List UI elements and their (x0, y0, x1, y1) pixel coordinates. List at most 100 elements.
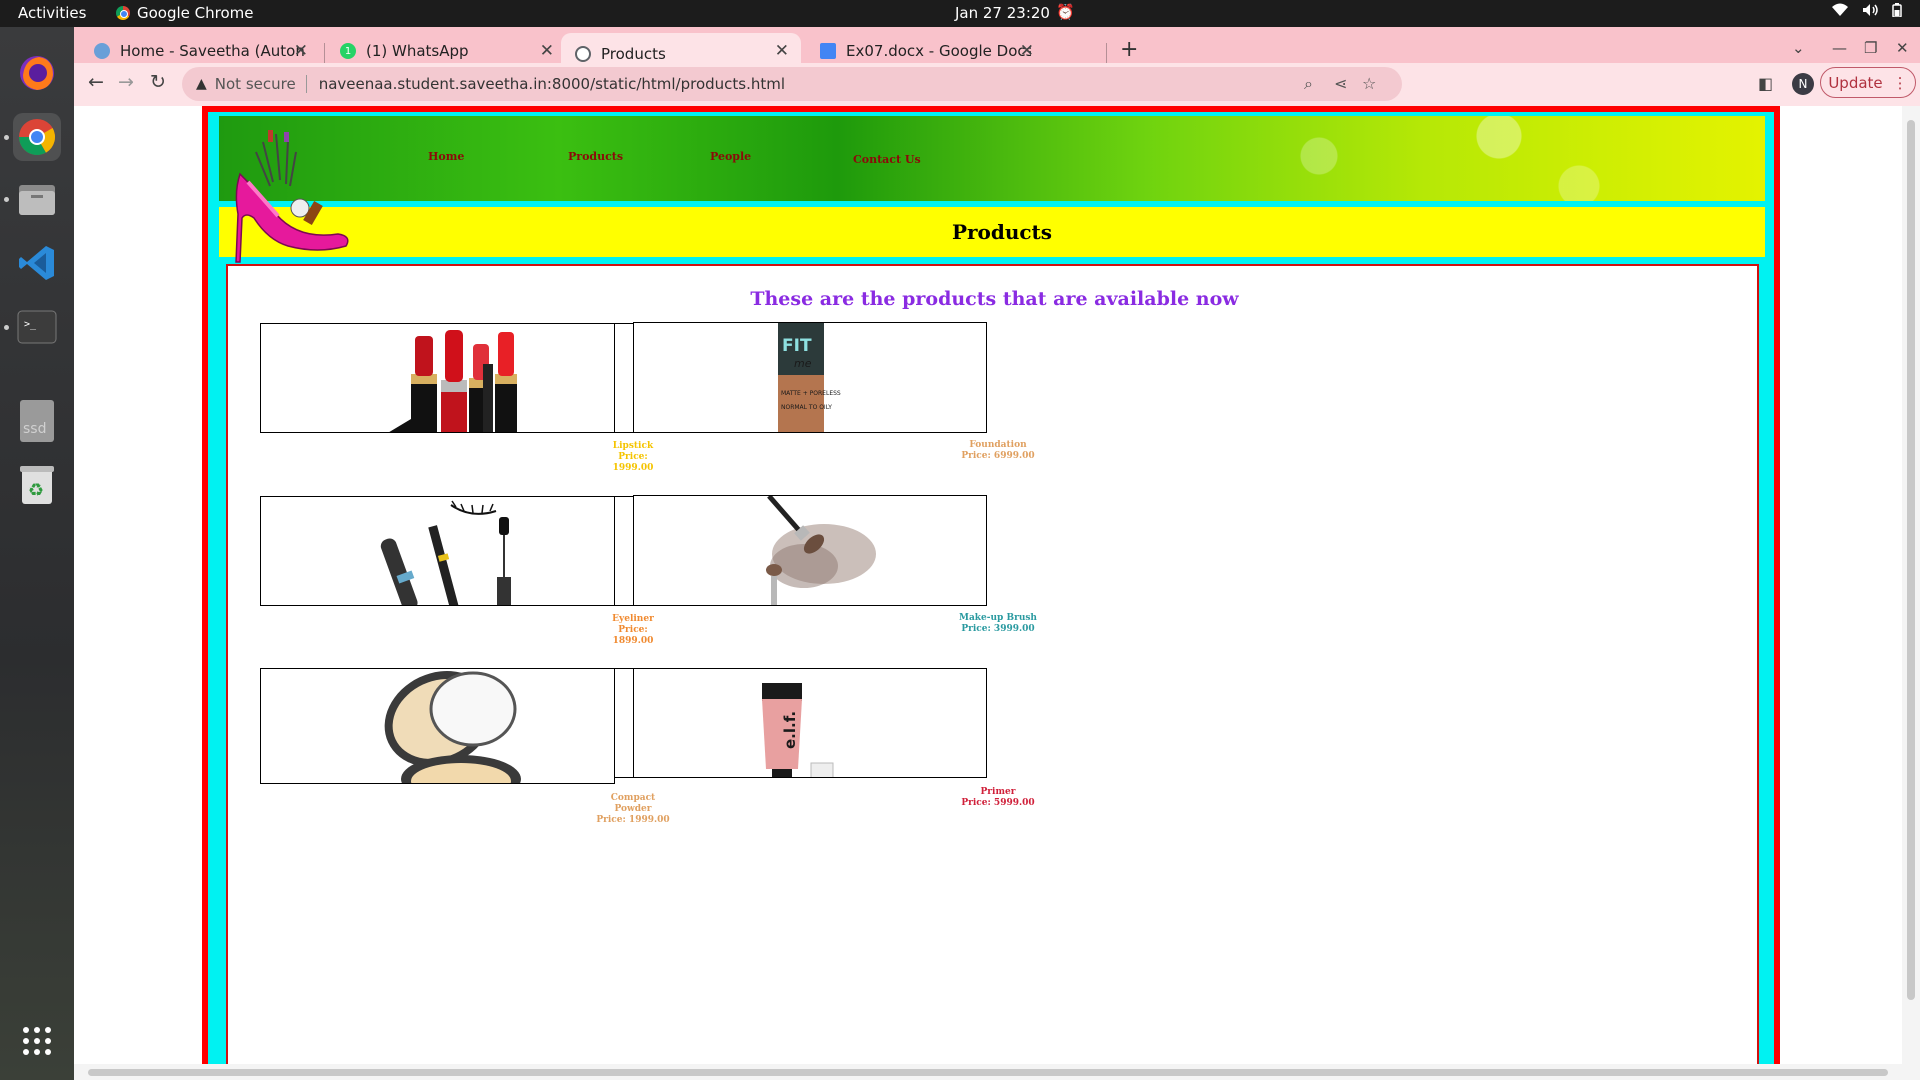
running-indicator (4, 197, 9, 202)
google-docs-icon (820, 43, 836, 59)
product-name: Lipstick (612, 441, 654, 451)
vscode-icon[interactable] (13, 239, 61, 287)
title-ribbon: Products (219, 207, 1765, 257)
eyeliner-image (260, 496, 615, 606)
forward-icon[interactable]: → (118, 71, 134, 93)
product-price: Price: 6999.00 (961, 451, 1035, 461)
app-name: Google Chrome (137, 4, 254, 22)
tab-title: Home - Saveetha (Autono (120, 42, 305, 60)
nav-people-link[interactable]: People (710, 150, 751, 163)
chrome-icon (116, 6, 130, 20)
zoom-icon[interactable]: ⌕ (1304, 74, 1313, 94)
tab-title: Ex07.docx - Google Docs (846, 42, 1031, 60)
new-tab-button[interactable]: + (1120, 37, 1138, 62)
tab-separator (324, 43, 325, 63)
alarm-icon: ⏰ (1056, 3, 1075, 21)
side-panel-icon[interactable]: ◧ (1758, 74, 1773, 93)
product-name: Make-up Brush (959, 613, 1037, 623)
saveetha-favicon-icon (94, 43, 110, 59)
close-tab-icon[interactable]: ✕ (775, 41, 789, 61)
product-caption-eyeliner: Eyeliner Price: 1899.00 (598, 614, 668, 647)
compact-powder-image (260, 668, 615, 784)
product-price: Price: 1999.00 (596, 815, 670, 825)
close-tab-icon[interactable]: ✕ (1020, 41, 1034, 61)
running-indicator (4, 325, 9, 330)
browser-toolbar: ← → ↻ ▲ Not secure naveenaa.student.save… (74, 63, 1920, 106)
globe-icon (575, 46, 591, 62)
volume-icon (1862, 3, 1878, 21)
scroll-thumb[interactable] (88, 1069, 1888, 1076)
files-icon[interactable] (13, 175, 61, 223)
bookmark-star-icon[interactable]: ☆ (1362, 74, 1376, 93)
spacer-cell (614, 668, 634, 778)
high-heel-logo-icon (235, 130, 349, 263)
trash-icon[interactable]: ♻ (13, 461, 61, 509)
svg-text:♻: ♻ (28, 480, 44, 501)
address-bar[interactable]: ▲ Not secure naveenaa.student.saveetha.i… (182, 67, 1402, 101)
product-price: Price: 1899.00 (612, 625, 654, 646)
not-secure-label[interactable]: Not secure (215, 75, 296, 93)
show-apps-icon[interactable] (13, 1017, 61, 1065)
header-banner: Home Products People Contact Us (219, 116, 1765, 201)
makeup-brush-image (633, 495, 987, 606)
page-title: Products (951, 220, 1053, 244)
horizontal-scrollbar[interactable] (74, 1064, 1920, 1080)
product-price: Price: 1999.00 (612, 452, 654, 473)
nav-contact-link[interactable]: Contact Us (853, 153, 921, 166)
site-inner-frame: Home Products People Contact Us Products (208, 112, 1774, 1080)
tab-title: (1) WhatsApp (366, 42, 469, 60)
profile-avatar[interactable]: N (1792, 73, 1814, 95)
update-label: Update (1828, 73, 1883, 92)
product-caption-primer: Primer Price: 5999.00 (958, 787, 1038, 809)
product-name: Primer (980, 787, 1016, 797)
close-window-icon[interactable]: ✕ (1896, 39, 1909, 57)
ssd-drive-icon[interactable]: ssd (13, 397, 61, 445)
product-name: Foundation (969, 440, 1027, 450)
tab-separator (1106, 43, 1107, 63)
divider (305, 75, 307, 93)
dock: >_ ssd ♻ (0, 27, 74, 1080)
page-viewport: Home Products People Contact Us Products (74, 106, 1920, 1080)
primer-brand-text: e.l.f. (781, 711, 799, 749)
products-heading: These are the products that are availabl… (750, 288, 1239, 310)
activities-button[interactable]: Activities (18, 4, 86, 22)
product-price: Price: 5999.00 (961, 798, 1035, 808)
primer-image: e.l.f. (633, 668, 987, 778)
url-text[interactable]: naveenaa.student.saveetha.in:8000/static… (319, 75, 785, 93)
product-caption-foundation: Foundation Price: 6999.00 (958, 440, 1038, 462)
nav-home-link[interactable]: Home (428, 150, 464, 163)
share-icon[interactable]: ⋖ (1334, 74, 1347, 93)
scroll-thumb[interactable] (1907, 120, 1915, 1000)
wifi-icon (1832, 3, 1848, 21)
foundation-finish-text: MATTE + PORELESS (781, 390, 841, 397)
foundation-skin-text: NORMAL TO OILY (781, 404, 832, 411)
main-content: These are the products that are availabl… (226, 264, 1759, 1080)
system-top-bar: Activities Google Chrome Jan 27 23:20 ⏰ (0, 0, 1920, 27)
nav-products-link[interactable]: Products (568, 150, 623, 163)
update-button[interactable]: Update ⋮ (1820, 67, 1916, 98)
lipstick-image (260, 323, 615, 433)
restore-icon[interactable]: ❐ (1864, 39, 1877, 57)
system-tray[interactable] (1832, 3, 1902, 21)
tab-title: Products (601, 45, 666, 63)
product-caption-lipstick: Lipstick Price: 1999.00 (598, 441, 668, 474)
firefox-icon[interactable] (13, 49, 61, 97)
spacer-cell (614, 323, 634, 433)
chrome-dock-icon[interactable] (13, 113, 61, 161)
tab-search-icon[interactable]: ⌄ (1792, 39, 1805, 57)
not-secure-warning-icon[interactable]: ▲ (196, 76, 207, 92)
app-menu[interactable]: Google Chrome (116, 4, 254, 22)
running-indicator (4, 135, 9, 140)
clock[interactable]: Jan 27 23:20 (955, 4, 1050, 22)
foundation-brand-text: FIT (782, 336, 812, 356)
back-icon[interactable]: ← (88, 71, 104, 93)
more-menu-icon: ⋮ (1892, 73, 1908, 92)
foundation-sub-text: me (794, 357, 812, 370)
minimize-icon[interactable]: — (1832, 39, 1847, 57)
vertical-scrollbar[interactable] (1902, 106, 1920, 1064)
reload-icon[interactable]: ↻ (150, 71, 166, 93)
close-tab-icon[interactable]: ✕ (294, 41, 308, 61)
close-tab-icon[interactable]: ✕ (540, 41, 554, 61)
terminal-icon[interactable]: >_ (13, 303, 61, 351)
svg-text:ssd: ssd (23, 421, 46, 437)
